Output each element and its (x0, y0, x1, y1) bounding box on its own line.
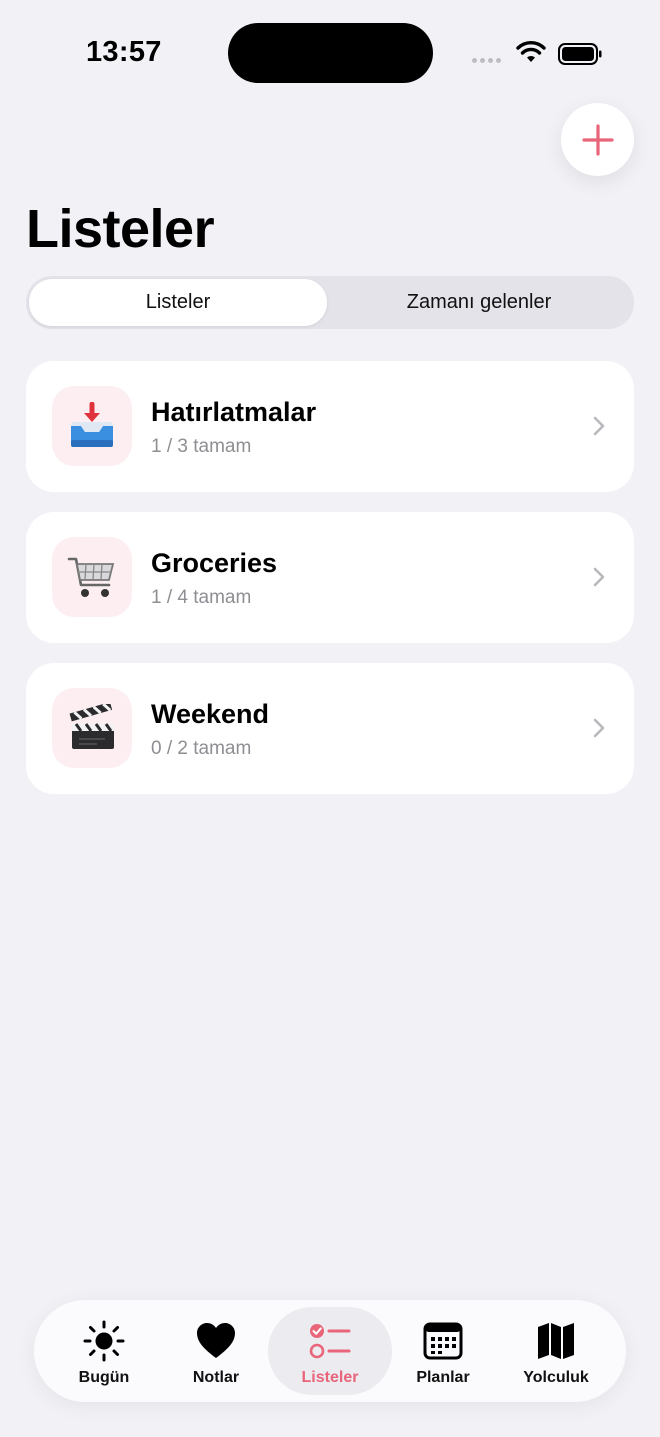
clapperboard-icon (69, 704, 114, 749)
list-icon-tile (52, 688, 132, 768)
segmented-control: Listeler Zamanı gelenler (26, 276, 634, 329)
shopping-cart-icon (67, 557, 115, 597)
list-item[interactable]: Weekend 0 / 2 tamam (26, 663, 634, 794)
chevron-right-icon (593, 416, 605, 436)
map-icon (538, 1323, 574, 1359)
list-progress: 1 / 4 tamam (151, 587, 252, 608)
tab-label: Bugün (78, 1369, 130, 1386)
segment-due[interactable]: Zamanı gelenler (327, 279, 631, 326)
sun-icon (83, 1320, 125, 1362)
tab-bar: Bugün Notlar Listeler Planlar Yolculuk (34, 1300, 626, 1402)
wifi-icon (516, 41, 546, 62)
tab-lists[interactable]: Listeler (268, 1307, 392, 1395)
chevron-right-icon (593, 567, 605, 587)
add-list-button[interactable] (561, 103, 634, 176)
list-item[interactable]: Hatırlatmalar 1 / 3 tamam (26, 361, 634, 492)
list-title: Groceries (151, 548, 278, 578)
status-icons (472, 40, 604, 66)
tab-notes[interactable]: Notlar (154, 1307, 278, 1395)
segment-lists[interactable]: Listeler (29, 279, 327, 326)
battery-icon (558, 43, 602, 65)
tab-label: Planlar (416, 1369, 470, 1386)
tab-label: Listeler (301, 1369, 359, 1386)
chevron-right-icon (593, 718, 605, 738)
list-progress: 0 / 2 tamam (151, 738, 252, 759)
tab-label: Notlar (192, 1369, 240, 1386)
tab-journey[interactable]: Yolculuk (494, 1307, 618, 1395)
tab-today[interactable]: Bugün (42, 1307, 166, 1395)
tab-plans[interactable]: Planlar (381, 1307, 505, 1395)
list-title: Hatırlatmalar (151, 397, 317, 427)
plus-icon (581, 123, 614, 156)
status-time: 13:57 (86, 36, 162, 68)
page-title: Listeler (26, 199, 215, 259)
list-title: Weekend (151, 699, 270, 729)
screen: 13:57 Listeler Listeler Zamanı gelenler (0, 0, 660, 1437)
list-icon-tile (52, 386, 132, 466)
list-item[interactable]: Groceries 1 / 4 tamam (26, 512, 634, 643)
dynamic-island (228, 23, 433, 83)
cellular-signal-icon (472, 58, 501, 63)
checklist-icon (309, 1324, 351, 1359)
heart-icon (197, 1323, 235, 1358)
calendar-icon (423, 1322, 463, 1360)
list-icon-tile (52, 537, 132, 617)
list-progress: 1 / 3 tamam (151, 436, 252, 457)
inbox-tray-icon (71, 402, 113, 447)
tab-label: Yolculuk (523, 1369, 589, 1386)
